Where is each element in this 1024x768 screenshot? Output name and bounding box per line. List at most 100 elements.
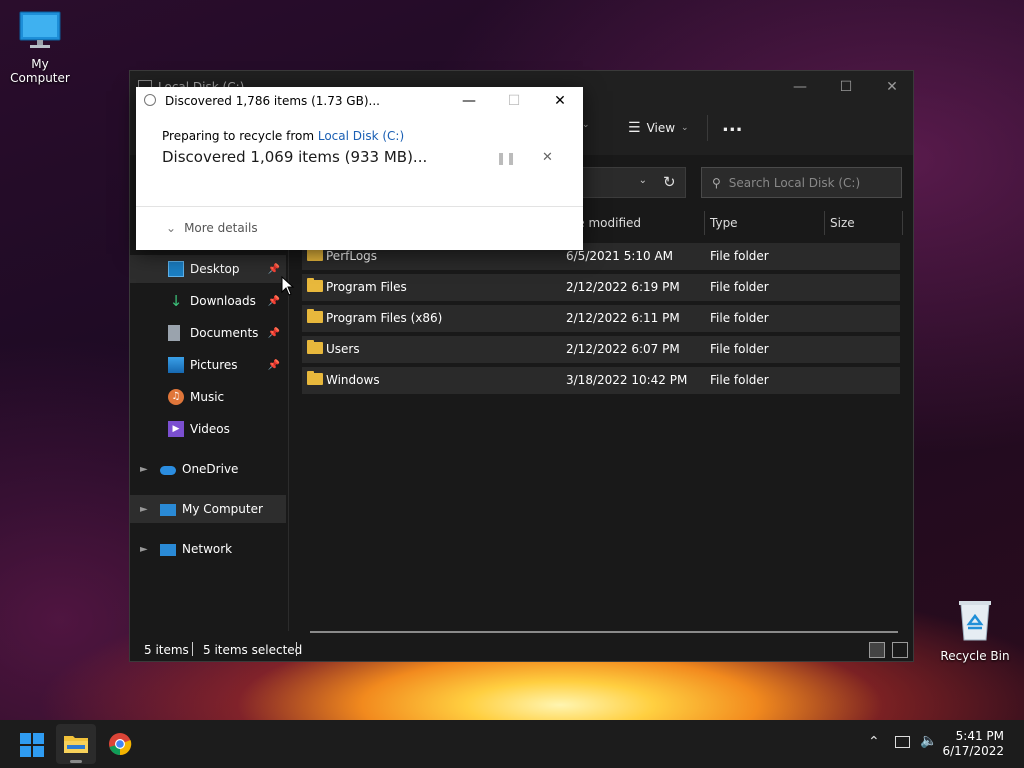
nav-item-documents[interactable]: Documents 📌 <box>130 319 286 347</box>
folder-icon <box>307 340 323 354</box>
taskbar-file-explorer[interactable] <box>56 724 96 764</box>
row-name: Windows <box>326 373 380 387</box>
nav-item-label: Music <box>190 390 225 404</box>
chrome-icon <box>109 733 132 756</box>
status-bar: 5 items 5 items selected <box>130 639 913 661</box>
desktop-icon-label: My Computer <box>10 57 70 85</box>
desktop-icon-my-computer[interactable]: My Computer <box>0 10 80 85</box>
row-type: File folder <box>710 373 769 387</box>
nav-item-music[interactable]: ♫ Music <box>130 383 286 411</box>
status-selected-count: 5 items selected <box>203 643 303 657</box>
monitor-icon <box>160 504 176 516</box>
chevron-right-icon[interactable]: ► <box>140 464 148 475</box>
network-status-icon[interactable] <box>895 736 910 748</box>
sort-menu-chevron[interactable]: ⌄ <box>582 120 590 130</box>
more-details-toggle[interactable]: ⌄ More details <box>166 221 258 235</box>
column-divider[interactable] <box>902 211 903 235</box>
row-date: 3/18/2022 10:42 PM <box>566 373 688 387</box>
row-name: PerfLogs <box>326 249 378 263</box>
nav-item-pictures[interactable]: Pictures 📌 <box>130 351 286 379</box>
chevron-up-icon[interactable]: ⌃ <box>868 734 880 750</box>
more-details-label: More details <box>184 221 258 235</box>
desktop-folder-icon <box>168 261 184 277</box>
preparing-text: Preparing to recycle from Local Disk (C:… <box>162 129 404 143</box>
folder-icon <box>307 309 323 323</box>
navigation-pane: Desktop 📌 ↓ Downloads 📌 Documents 📌 Pict… <box>130 207 289 631</box>
chevron-right-icon[interactable]: ► <box>140 504 148 515</box>
active-indicator <box>70 760 82 763</box>
column-divider[interactable] <box>824 211 825 235</box>
folder-icon <box>307 278 323 292</box>
column-header-type[interactable]: Type <box>710 216 738 230</box>
cancel-button[interactable]: ✕ <box>542 150 553 165</box>
minimize-button[interactable]: — <box>446 87 492 115</box>
document-icon <box>168 325 180 341</box>
more-dots-icon: ... <box>722 115 743 136</box>
table-row[interactable]: Program Files (x86) 2/12/2022 6:11 PM Fi… <box>302 305 900 332</box>
chevron-down-icon[interactable]: ⌄ <box>639 175 647 186</box>
pause-button[interactable]: ❚❚ <box>496 151 516 165</box>
search-input[interactable]: ⚲ Search Local Disk (C:) <box>701 167 902 198</box>
nav-item-downloads[interactable]: ↓ Downloads 📌 <box>130 287 286 315</box>
recycle-progress-dialog[interactable]: Discovered 1,786 items (1.73 GB)... — ☐ … <box>136 87 583 250</box>
horizontal-scrollbar[interactable] <box>310 631 898 633</box>
nav-item-label: Pictures <box>190 358 238 372</box>
table-row[interactable]: Windows 3/18/2022 10:42 PM File folder <box>302 367 900 394</box>
chevron-down-icon: ⌄ <box>166 221 177 235</box>
nav-item-network[interactable]: ► Network <box>130 535 286 563</box>
video-icon: ▶ <box>168 421 184 437</box>
chevron-right-icon[interactable]: ► <box>140 544 148 555</box>
folder-icon <box>307 247 323 261</box>
pin-icon[interactable]: 📌 <box>268 360 280 371</box>
nav-item-desktop[interactable]: Desktop 📌 <box>130 255 286 283</box>
nav-item-label: My Computer <box>182 502 263 516</box>
minimize-button[interactable]: — <box>777 71 823 103</box>
taskbar: ⌃ 🔈 5:41 PM 6/17/2022 <box>0 720 1024 768</box>
large-icons-view-button[interactable] <box>892 642 908 658</box>
network-icon <box>160 544 176 556</box>
folder-icon <box>307 371 323 385</box>
row-date: 2/12/2022 6:19 PM <box>566 280 680 294</box>
picture-icon <box>168 357 184 373</box>
maximize-button[interactable]: ☐ <box>823 71 869 103</box>
table-row[interactable]: Users 2/12/2022 6:07 PM File folder <box>302 336 900 363</box>
table-row[interactable]: Program Files 2/12/2022 6:19 PM File fol… <box>302 274 900 301</box>
nav-item-videos[interactable]: ▶ Videos <box>130 415 286 443</box>
cloud-icon <box>160 466 176 475</box>
clock-icon <box>144 94 156 106</box>
start-button[interactable] <box>20 733 44 757</box>
close-button[interactable]: ✕ <box>537 87 583 115</box>
status-divider <box>296 642 297 656</box>
column-header-size[interactable]: Size <box>830 216 855 230</box>
volume-icon[interactable]: 🔈 <box>920 733 937 749</box>
view-button[interactable]: ☰ View ⌄ <box>628 120 689 136</box>
nav-item-my-computer[interactable]: ► My Computer <box>130 495 286 523</box>
pin-icon[interactable]: 📌 <box>268 264 280 275</box>
clock[interactable]: 5:41 PM 6/17/2022 <box>942 729 1004 759</box>
nav-item-label: Desktop <box>190 262 240 276</box>
row-type: File folder <box>710 249 769 263</box>
windows-logo-icon <box>20 733 44 757</box>
search-icon: ⚲ <box>712 175 721 190</box>
desktop-icon-recycle-bin[interactable]: Recycle Bin <box>935 598 1015 663</box>
recycle-bin-icon <box>959 601 991 641</box>
column-divider[interactable] <box>704 211 705 235</box>
pin-icon[interactable]: 📌 <box>268 328 280 339</box>
music-note-icon: ♫ <box>168 389 184 405</box>
close-button[interactable]: ✕ <box>869 71 915 103</box>
pin-icon[interactable]: 📌 <box>268 296 280 307</box>
clock-time: 5:41 PM <box>955 729 1004 743</box>
see-more-button[interactable]: ... <box>722 115 743 136</box>
source-drive-link[interactable]: Local Disk (C:) <box>318 129 404 143</box>
nav-item-label: Network <box>182 542 233 556</box>
nav-item-label: Downloads <box>190 294 256 308</box>
row-type: File folder <box>710 280 769 294</box>
refresh-icon[interactable]: ↻ <box>663 173 676 191</box>
details-view-button[interactable] <box>869 642 885 658</box>
download-arrow-icon: ↓ <box>169 292 183 310</box>
maximize-button: ☐ <box>507 93 521 109</box>
search-placeholder: Search Local Disk (C:) <box>728 175 861 190</box>
row-type: File folder <box>710 342 769 356</box>
taskbar-chrome[interactable] <box>108 732 132 756</box>
nav-item-onedrive[interactable]: ► OneDrive <box>130 455 286 483</box>
